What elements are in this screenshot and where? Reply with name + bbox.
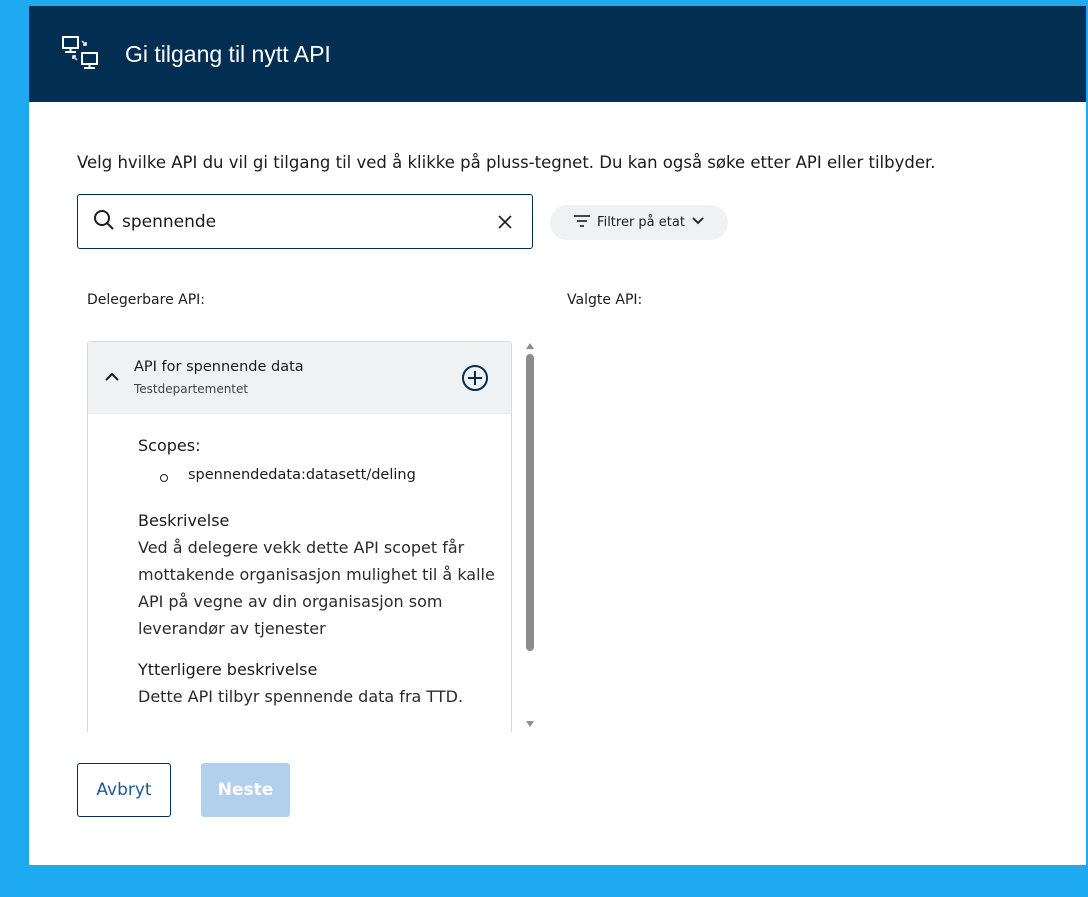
- scopes-list: spennendedata:datasett/deling: [160, 467, 491, 483]
- description-text: Ved å delegere vekk dette API scopet får…: [138, 538, 495, 638]
- description-heading: Beskrivelse: [138, 511, 230, 530]
- scroll-up-arrow-icon[interactable]: [526, 343, 534, 349]
- next-button[interactable]: Neste: [201, 763, 290, 817]
- instruction-text: Velg hvilke API du vil gi tilgang til ve…: [77, 153, 936, 172]
- filter-by-agency-button[interactable]: Filtrer på etat: [550, 205, 728, 240]
- search-icon: [92, 208, 116, 236]
- modal-header: Gi tilgang til nytt API: [29, 6, 1086, 102]
- delegable-api-label: Delegerbare API:: [87, 292, 205, 308]
- cancel-button[interactable]: Avbryt: [77, 763, 171, 817]
- list-scrollbar[interactable]: [524, 339, 536, 731]
- api-list-item: API for spennende data Testdepartementet…: [87, 341, 512, 732]
- api-item-header[interactable]: API for spennende data Testdepartementet: [88, 342, 511, 414]
- scroll-thumb[interactable]: [526, 354, 534, 651]
- api-delegation-icon: [59, 32, 103, 76]
- search-input[interactable]: [122, 211, 482, 232]
- filter-label: Filtrer på etat: [597, 215, 685, 230]
- scroll-down-arrow-icon[interactable]: [526, 721, 534, 727]
- api-owner: Testdepartementet: [134, 382, 249, 396]
- modal-title: Gi tilgang til nytt API: [125, 40, 331, 67]
- api-title: API for spennende data: [134, 359, 304, 375]
- delegable-api-list[interactable]: API for spennende data Testdepartementet…: [87, 341, 512, 732]
- api-item-details: Scopes: spennendedata:datasett/deling Be…: [88, 414, 511, 710]
- extra-description-heading: Ytterligere beskrivelse: [138, 660, 318, 679]
- scopes-section: Scopes: spennendedata:datasett/deling: [138, 436, 491, 483]
- scope-item: spennendedata:datasett/deling: [160, 467, 491, 483]
- add-api-button[interactable]: [461, 364, 489, 392]
- chevron-down-icon: [691, 215, 705, 230]
- chevron-up-icon[interactable]: [101, 366, 123, 388]
- extra-description-text: Dette API tilbyr spennende data fra TTD.: [138, 687, 464, 706]
- close-icon[interactable]: [494, 211, 516, 233]
- search-field[interactable]: [77, 194, 533, 249]
- filter-icon: [573, 214, 591, 232]
- selected-api-label: Valgte API:: [567, 292, 643, 308]
- delegation-modal: Gi tilgang til nytt API Velg hvilke API …: [29, 6, 1086, 865]
- scopes-heading: Scopes:: [138, 436, 201, 455]
